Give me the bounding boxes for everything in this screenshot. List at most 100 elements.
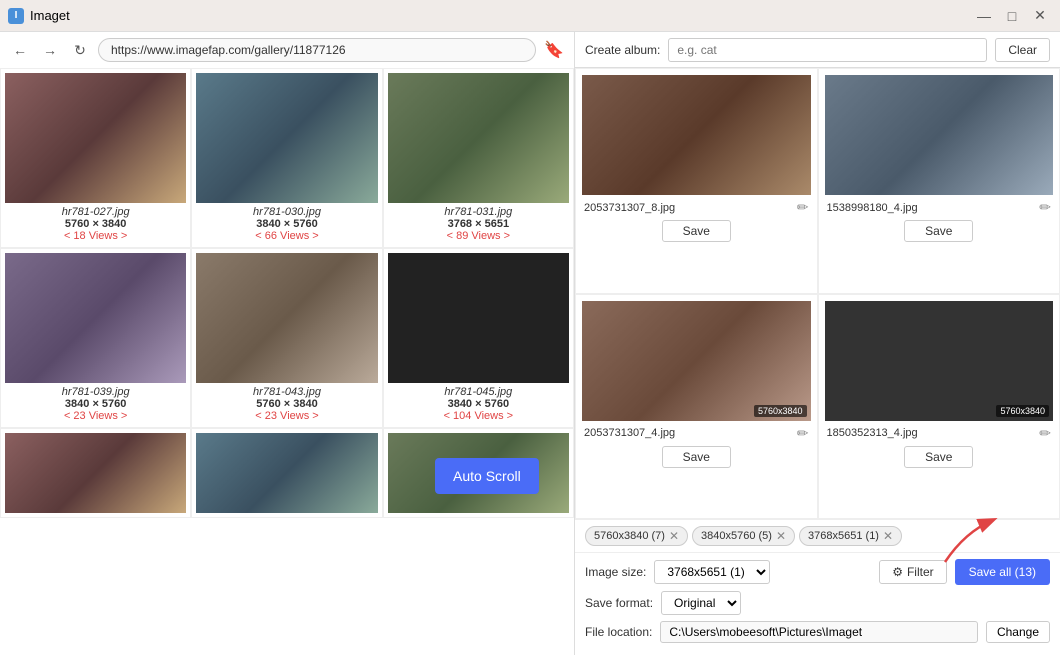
album-name-input[interactable] bbox=[668, 38, 987, 62]
app-icon: I bbox=[8, 8, 24, 24]
list-item: hr781-031.jpg 3768 × 5651 < 89 Views > bbox=[383, 68, 574, 248]
save-button[interactable]: Save bbox=[904, 446, 973, 468]
right-thumbnail[interactable]: 5760x3840 bbox=[825, 301, 1054, 421]
image-info: hr781-045.jpg 3840 × 5760 < 104 Views > bbox=[388, 383, 569, 423]
edit-icon[interactable]: ✏ bbox=[1039, 199, 1051, 216]
clear-button[interactable]: Clear bbox=[995, 38, 1050, 62]
list-item: 2053731307_8.jpg ✏ Save bbox=[575, 68, 818, 294]
list-item bbox=[191, 428, 382, 518]
save-format-label: Save format: bbox=[585, 596, 653, 610]
filename: hr781-045.jpg bbox=[390, 386, 567, 398]
title-bar: I Imaget — □ ✕ bbox=[0, 0, 1060, 32]
bottom-controls: Image size: 5760x3840 (7)3840x5760 (5)37… bbox=[575, 552, 1060, 655]
thumbnail[interactable] bbox=[5, 253, 186, 383]
save-all-button[interactable]: Save all (13) bbox=[955, 559, 1050, 585]
save-button[interactable]: Save bbox=[904, 220, 973, 242]
close-button[interactable]: ✕ bbox=[1028, 6, 1052, 26]
filter-label: Filter bbox=[907, 565, 934, 579]
image-info: hr781-027.jpg 5760 × 3840 < 18 Views > bbox=[5, 203, 186, 243]
save-format-select[interactable]: OriginalJPGPNGWEBP bbox=[661, 591, 741, 615]
filename: hr781-039.jpg bbox=[7, 386, 184, 398]
views[interactable]: < 104 Views > bbox=[390, 410, 567, 422]
create-album-bar: Create album: Clear bbox=[575, 32, 1060, 67]
thumbnail[interactable] bbox=[196, 433, 377, 513]
filename: hr781-031.jpg bbox=[390, 206, 567, 218]
file-location-label: File location: bbox=[585, 625, 652, 639]
bookmark-icon[interactable]: 🔖 bbox=[542, 38, 566, 62]
minimize-button[interactable]: — bbox=[972, 6, 996, 26]
thumbnail[interactable] bbox=[388, 73, 569, 203]
right-image-grid: 2053731307_8.jpg ✏ Save 1538998180_4.jpg… bbox=[575, 68, 1060, 519]
thumbnail[interactable] bbox=[196, 253, 377, 383]
dimensions: 5760 × 3840 bbox=[7, 218, 184, 230]
views[interactable]: < 23 Views > bbox=[7, 410, 184, 422]
tags-row: 5760x3840 (7) ✕ 3840x5760 (5) ✕ 3768x565… bbox=[575, 519, 1060, 552]
edit-icon[interactable]: ✏ bbox=[797, 425, 809, 442]
list-item: hr781-027.jpg 5760 × 3840 < 18 Views > bbox=[0, 68, 191, 248]
right-filename: 2053731307_8.jpg bbox=[584, 202, 675, 214]
save-format-row: Save format: OriginalJPGPNGWEBP bbox=[585, 591, 1050, 615]
right-thumbnail[interactable] bbox=[582, 75, 811, 195]
filename: hr781-030.jpg bbox=[198, 206, 375, 218]
right-thumbnail[interactable] bbox=[825, 75, 1054, 195]
right-image-info: 1850352313_4.jpg ✏ bbox=[825, 421, 1054, 444]
save-button[interactable]: Save bbox=[662, 446, 731, 468]
refresh-button[interactable]: ↻ bbox=[68, 38, 92, 62]
maximize-button[interactable]: □ bbox=[1000, 6, 1024, 26]
filter-icon: ⚙ bbox=[892, 565, 903, 579]
list-item: hr781-043.jpg 5760 × 3840 < 23 Views > bbox=[191, 248, 382, 428]
change-button[interactable]: Change bbox=[986, 621, 1050, 643]
forward-button[interactable]: → bbox=[38, 38, 62, 62]
image-info: hr781-039.jpg 3840 × 5760 < 23 Views > bbox=[5, 383, 186, 423]
views[interactable]: < 18 Views > bbox=[7, 230, 184, 242]
image-size-select[interactable]: 5760x3840 (7)3840x5760 (5)3768x5651 (1) bbox=[654, 560, 770, 584]
views[interactable]: < 89 Views > bbox=[390, 230, 567, 242]
file-location-row: File location: Change bbox=[585, 621, 1050, 643]
right-filename: 2053731307_4.jpg bbox=[584, 427, 675, 439]
dimensions: 3840 × 5760 bbox=[390, 398, 567, 410]
create-album-label: Create album: bbox=[585, 43, 660, 57]
right-thumbnail[interactable]: 5760x3840 bbox=[582, 301, 811, 421]
right-filename: 1850352313_4.jpg bbox=[827, 427, 918, 439]
right-filename: 1538998180_4.jpg bbox=[827, 202, 918, 214]
address-bar: ← → ↻ 🔖 bbox=[0, 32, 575, 68]
tag-label: 3768x5651 (1) bbox=[808, 530, 879, 542]
list-item: hr781-030.jpg 3840 × 5760 < 66 Views > bbox=[191, 68, 382, 248]
tag-5760x3840: 5760x3840 (7) ✕ bbox=[585, 526, 688, 546]
image-size-row: Image size: 5760x3840 (7)3840x5760 (5)37… bbox=[585, 559, 1050, 585]
right-image-info: 2053731307_8.jpg ✏ bbox=[582, 195, 811, 218]
app-title-group: I Imaget bbox=[8, 8, 70, 24]
image-info: hr781-031.jpg 3768 × 5651 < 89 Views > bbox=[388, 203, 569, 243]
views[interactable]: < 66 Views > bbox=[198, 230, 375, 242]
tag-remove-icon[interactable]: ✕ bbox=[669, 529, 679, 543]
thumbnail[interactable] bbox=[388, 253, 569, 383]
image-size-label: Image size: bbox=[585, 565, 646, 579]
image-info: hr781-030.jpg 3840 × 5760 < 66 Views > bbox=[196, 203, 377, 243]
list-item: 5760x3840 1850352313_4.jpg ✏ Save bbox=[818, 294, 1060, 520]
resolution-badge: 5760x3840 bbox=[754, 405, 807, 417]
list-item bbox=[0, 428, 191, 518]
tag-remove-icon[interactable]: ✕ bbox=[883, 529, 893, 543]
dimensions: 3840 × 5760 bbox=[198, 218, 375, 230]
thumbnail[interactable] bbox=[5, 433, 186, 513]
back-button[interactable]: ← bbox=[8, 38, 32, 62]
tag-remove-icon[interactable]: ✕ bbox=[776, 529, 786, 543]
list-item: 1538998180_4.jpg ✏ Save bbox=[818, 68, 1060, 294]
edit-icon[interactable]: ✏ bbox=[1039, 425, 1051, 442]
url-input[interactable] bbox=[98, 38, 536, 62]
save-button[interactable]: Save bbox=[662, 220, 731, 242]
resolution-badge: 5760x3840 bbox=[996, 405, 1049, 417]
dimensions: 5760 × 3840 bbox=[198, 398, 375, 410]
dimensions: 3768 × 5651 bbox=[390, 218, 567, 230]
auto-scroll-button[interactable]: Auto Scroll bbox=[435, 458, 539, 494]
file-location-input[interactable] bbox=[660, 621, 978, 643]
tag-3768x5651: 3768x5651 (1) ✕ bbox=[799, 526, 902, 546]
edit-icon[interactable]: ✏ bbox=[797, 199, 809, 216]
views[interactable]: < 23 Views > bbox=[198, 410, 375, 422]
filter-button[interactable]: ⚙ Filter bbox=[879, 560, 946, 584]
image-info: hr781-043.jpg 5760 × 3840 < 23 Views > bbox=[196, 383, 377, 423]
thumbnail[interactable] bbox=[196, 73, 377, 203]
image-grid: hr781-027.jpg 5760 × 3840 < 18 Views > h… bbox=[0, 68, 574, 518]
app-title: Imaget bbox=[30, 8, 70, 23]
thumbnail[interactable] bbox=[5, 73, 186, 203]
